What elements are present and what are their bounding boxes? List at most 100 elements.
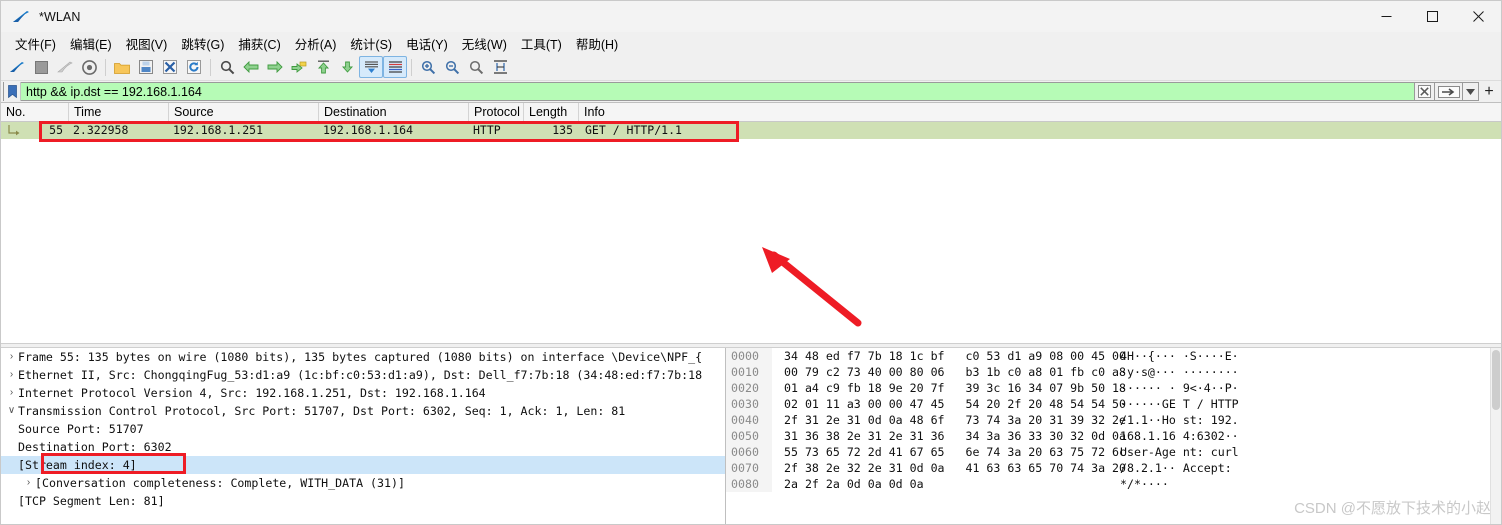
detail-row-label: [Conversation completeness: Complete, WI… <box>35 476 405 490</box>
start-capture-icon[interactable] <box>5 56 29 78</box>
apply-filter-arrow-icon[interactable] <box>1435 82 1463 101</box>
menu-help[interactable]: 帮助(H) <box>569 32 625 55</box>
hex-row[interactable]: 0040 2f 31 2e 31 0d 0a 48 6f 73 74 3a 20… <box>726 412 1501 428</box>
detail-row-tcp-segment-len[interactable]: [TCP Segment Len: 81] <box>1 492 725 510</box>
clear-filter-icon[interactable] <box>1415 82 1435 101</box>
column-protocol[interactable]: Protocol <box>469 103 524 121</box>
save-file-icon[interactable] <box>134 56 158 78</box>
chevron-right-icon[interactable]: › <box>5 384 18 402</box>
menu-edit[interactable]: 编辑(E) <box>63 32 119 55</box>
hex-row[interactable]: 0050 31 36 38 2e 31 2e 31 36 34 3a 36 33… <box>726 428 1501 444</box>
bottom-panes: › Frame 55: 135 bytes on wire (1080 bits… <box>1 348 1501 524</box>
hex-ascii: 168.1.16 4:6302·· <box>1120 429 1239 443</box>
hex-bytes: 2f 31 2e 31 0d 0a 48 6f 73 74 3a 20 31 3… <box>784 413 1127 427</box>
menu-telephony[interactable]: 电话(Y) <box>399 32 455 55</box>
detail-row-label: Transmission Control Protocol, Src Port:… <box>18 404 626 418</box>
hex-row[interactable]: 0080 2a 2f 2a 0d 0a 0d 0a */*···· <box>726 476 1501 492</box>
hex-ascii: 4H··{··· ·S····E· <box>1120 349 1239 363</box>
go-to-first-icon[interactable] <box>311 56 335 78</box>
go-back-icon[interactable] <box>239 56 263 78</box>
zoom-reset-icon[interactable] <box>464 56 488 78</box>
detail-row-conversation-completeness[interactable]: › [Conversation completeness: Complete, … <box>1 474 725 492</box>
find-packet-icon[interactable] <box>215 56 239 78</box>
packet-bytes-pane[interactable]: 0000 34 48 ed f7 7b 18 1c bf c0 53 d1 a9… <box>726 348 1501 524</box>
hex-row[interactable]: 0070 2f 38 2e 32 2e 31 0d 0a 41 63 63 65… <box>726 460 1501 476</box>
menu-tools[interactable]: 工具(T) <box>514 32 569 55</box>
table-row[interactable]: 55 2.322958 192.168.1.251 192.168.1.164 … <box>1 122 1501 139</box>
detail-row-ethernet[interactable]: › Ethernet II, Src: ChongqingFug_53:d1:a… <box>1 366 725 384</box>
hex-pane-scrollbar[interactable] <box>1490 348 1501 524</box>
column-destination[interactable]: Destination <box>319 103 469 121</box>
auto-scroll-icon[interactable] <box>359 56 383 78</box>
minimize-button[interactable] <box>1363 1 1409 32</box>
menu-go[interactable]: 跳转(G) <box>174 32 231 55</box>
filter-input-wrapper[interactable]: http && ip.dst == 192.168.1.164 <box>3 82 1415 101</box>
hex-row[interactable]: 0000 34 48 ed f7 7b 18 1c bf c0 53 d1 a9… <box>726 348 1501 364</box>
menu-analyze[interactable]: 分析(A) <box>288 32 344 55</box>
packet-list-pane[interactable]: No. Time Source Destination Protocol Len… <box>1 102 1501 343</box>
chevron-right-icon[interactable]: › <box>22 474 35 492</box>
stop-capture-icon[interactable] <box>29 56 53 78</box>
go-to-packet-icon[interactable] <box>287 56 311 78</box>
column-time[interactable]: Time <box>69 103 169 121</box>
hex-row[interactable]: 0010 00 79 c2 73 40 00 80 06 b3 1b c0 a8… <box>726 364 1501 380</box>
toolbar-separator <box>411 58 412 76</box>
cell-info: GET / HTTP/1.1 <box>585 123 682 137</box>
open-file-icon[interactable] <box>110 56 134 78</box>
column-source[interactable]: Source <box>169 103 319 121</box>
column-info[interactable]: Info <box>579 103 1479 121</box>
column-length[interactable]: Length <box>524 103 579 121</box>
maximize-button[interactable] <box>1409 1 1455 32</box>
cell-time: 2.322958 <box>73 123 129 137</box>
menu-file[interactable]: 文件(F) <box>8 32 63 55</box>
window-title: *WLAN <box>39 9 81 24</box>
hex-bytes: 02 01 11 a3 00 00 47 45 54 20 2f 20 48 5… <box>784 397 1127 411</box>
restart-capture-icon[interactable] <box>53 56 77 78</box>
detail-row-label: Internet Protocol Version 4, Src: 192.16… <box>18 386 486 400</box>
chevron-right-icon[interactable]: › <box>5 348 18 366</box>
column-no[interactable]: No. <box>1 103 69 121</box>
scrollbar-thumb[interactable] <box>1492 350 1500 410</box>
zoom-out-icon[interactable] <box>440 56 464 78</box>
hex-bytes: 31 36 38 2e 31 2e 31 36 34 3a 36 33 30 3… <box>784 429 1127 443</box>
add-filter-button[interactable]: + <box>1479 82 1499 101</box>
close-file-icon[interactable] <box>158 56 182 78</box>
hex-offset: 0030 <box>726 396 772 412</box>
detail-row-destination-port[interactable]: Destination Port: 6302 <box>1 438 725 456</box>
packet-detail-pane[interactable]: › Frame 55: 135 bytes on wire (1080 bits… <box>1 348 726 524</box>
hex-row[interactable]: 0060 55 73 65 72 2d 41 67 65 6e 74 3a 20… <box>726 444 1501 460</box>
detail-row-tcp[interactable]: ∨ Transmission Control Protocol, Src Por… <box>1 402 725 420</box>
bookmark-icon[interactable] <box>4 82 21 101</box>
hex-bytes: 34 48 ed f7 7b 18 1c bf c0 53 d1 a9 08 0… <box>784 349 1127 363</box>
close-button[interactable] <box>1455 1 1501 32</box>
detail-row-stream-index[interactable]: [Stream index: 4] <box>1 456 725 474</box>
reload-file-icon[interactable] <box>182 56 206 78</box>
zoom-in-icon[interactable] <box>416 56 440 78</box>
title-left-group: *WLAN <box>1 10 80 24</box>
detail-row-frame[interactable]: › Frame 55: 135 bytes on wire (1080 bits… <box>1 348 725 366</box>
resize-columns-icon[interactable] <box>488 56 512 78</box>
capture-options-icon[interactable] <box>77 56 101 78</box>
hex-row[interactable]: 0020 01 a4 c9 fb 18 9e 20 7f 39 3c 16 34… <box>726 380 1501 396</box>
menu-wireless[interactable]: 无线(W) <box>455 32 514 55</box>
detail-row-label: [TCP Segment Len: 81] <box>18 494 165 508</box>
hex-row[interactable]: 0030 02 01 11 a3 00 00 47 45 54 20 2f 20… <box>726 396 1501 412</box>
menu-view[interactable]: 视图(V) <box>119 32 175 55</box>
colorize-icon[interactable] <box>383 56 407 78</box>
hex-offset: 0000 <box>726 348 772 364</box>
chevron-right-icon[interactable]: › <box>5 366 18 384</box>
detail-row-source-port[interactable]: Source Port: 51707 <box>1 420 725 438</box>
cell-length: 135 <box>552 123 573 137</box>
chevron-down-icon[interactable]: ∨ <box>5 402 18 420</box>
cell-destination: 192.168.1.164 <box>323 123 414 137</box>
detail-row-ipv4[interactable]: › Internet Protocol Version 4, Src: 192.… <box>1 384 725 402</box>
hex-bytes: 01 a4 c9 fb 18 9e 20 7f 39 3c 16 34 07 9… <box>784 381 1127 395</box>
hex-ascii: ······GE T / HTTP <box>1120 397 1239 411</box>
filter-dropdown-icon[interactable] <box>1463 82 1479 101</box>
filter-input[interactable]: http && ip.dst == 192.168.1.164 <box>21 85 202 99</box>
packet-list-header: No. Time Source Destination Protocol Len… <box>1 103 1501 122</box>
go-to-last-icon[interactable] <box>335 56 359 78</box>
go-forward-icon[interactable] <box>263 56 287 78</box>
menu-statistics[interactable]: 统计(S) <box>343 32 399 55</box>
menu-capture[interactable]: 捕获(C) <box>231 32 287 55</box>
